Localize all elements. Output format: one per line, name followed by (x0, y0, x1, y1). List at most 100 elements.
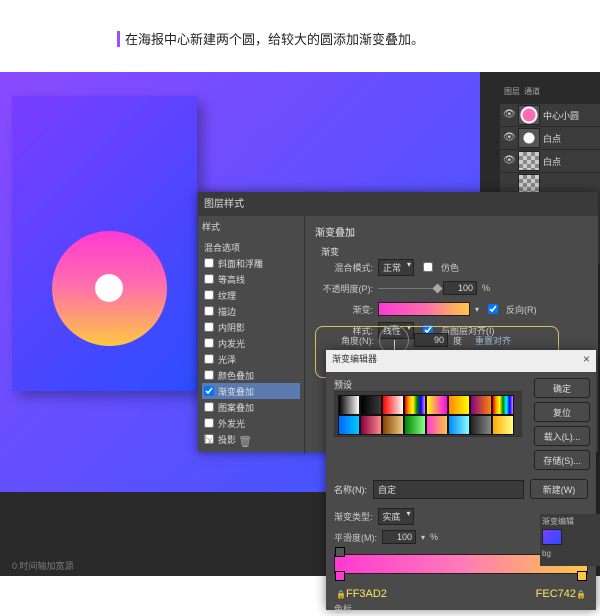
smoothness-label: 平滑度(M): (334, 531, 377, 544)
name-input[interactable]: 自定 (373, 480, 524, 499)
visibility-icon[interactable]: 👁 (503, 155, 515, 167)
layer-label: 中心小圆 (543, 109, 579, 122)
ge-ok-button[interactable]: 确定 (534, 378, 590, 398)
blend-mode-select[interactable]: 正常 (378, 259, 414, 276)
style-option[interactable]: 图案叠加 (202, 399, 300, 415)
preset-swatch[interactable] (404, 395, 426, 415)
mini-panel-label: 渐变编辑 (542, 516, 598, 527)
arrow-icon[interactable]: ↕ (223, 435, 229, 448)
style-option[interactable]: 颜色叠加 (202, 367, 300, 383)
style-option[interactable]: 内发光 (202, 335, 300, 351)
opacity-stop[interactable] (335, 547, 345, 557)
layer-thumb (518, 151, 540, 171)
visibility-icon[interactable]: 👁 (503, 109, 515, 121)
style-option[interactable]: 内阴影 (202, 319, 300, 335)
gradient-type-select[interactable]: 实底 (378, 508, 414, 525)
reset-align-button[interactable]: 重置对齐 (475, 334, 511, 347)
layer-thumb (518, 174, 540, 194)
lock-icon: 🔒 (336, 590, 346, 599)
style-list: 样式 混合选项 斜面和浮雕 等高线 纹理 描边 内阴影 内发光 光泽 颜色叠加 … (198, 216, 305, 454)
preset-swatch[interactable] (492, 415, 514, 435)
gradient-editor-title: 渐变编辑器 (332, 352, 377, 370)
poster-artboard[interactable] (12, 96, 197, 391)
layer-row[interactable]: 👁 白点 (500, 150, 600, 173)
layer-label: 白点 (543, 132, 561, 145)
ge-save-button[interactable]: 存储(S)... (534, 450, 590, 470)
style-option[interactable]: 描边 (202, 303, 300, 319)
preset-swatch[interactable] (426, 415, 448, 435)
gradient-editor-dialog: 渐变编辑器 × 预设 (326, 350, 596, 610)
opacity-unit: % (482, 283, 490, 293)
gradient-preview[interactable] (378, 302, 470, 316)
smoothness-unit: % (430, 532, 438, 542)
blend-mode-label: 混合模式: (321, 261, 373, 274)
name-label: 名称(N): (334, 483, 367, 496)
dither-label: 仿色 (441, 261, 459, 274)
stop-color-label: 色标 (334, 602, 588, 615)
layer-row[interactable]: 👁 中心小圆 (500, 104, 600, 127)
gradient-label: 渐变: (321, 303, 373, 316)
layer-thumb (518, 128, 540, 148)
ge-cancel-button[interactable]: 复位 (534, 402, 590, 422)
style-list-footer: fx ↕ 🗑 (204, 435, 252, 448)
style-option[interactable]: 等高线 (202, 271, 300, 287)
preset-swatch[interactable] (360, 415, 382, 435)
close-icon[interactable]: × (583, 352, 590, 370)
chevron-down-icon[interactable]: ▾ (475, 305, 479, 314)
trash-icon[interactable]: 🗑 (238, 435, 252, 448)
hex-left: FF3AD2 (346, 588, 387, 600)
style-option[interactable]: 外发光 (202, 415, 300, 431)
preset-swatch[interactable] (426, 395, 448, 415)
preset-swatch[interactable] (448, 395, 470, 415)
ge-load-button[interactable]: 载入(L)... (534, 426, 590, 446)
preset-swatch[interactable] (404, 415, 426, 435)
ge-new-button[interactable]: 新建(W) (530, 479, 588, 499)
smoothness-value[interactable]: 100 (382, 530, 416, 544)
preset-swatch[interactable] (470, 395, 492, 415)
tab-channels[interactable]: 通道 (524, 86, 540, 102)
layer-thumb (518, 105, 540, 125)
color-stop-left[interactable] (335, 571, 345, 581)
fx-icon[interactable]: fx (204, 435, 213, 448)
name-row: 名称(N): 自定 新建(W) (334, 479, 588, 499)
preset-swatch[interactable] (338, 395, 360, 415)
style-option[interactable]: 纹理 (202, 287, 300, 303)
hex-right: FEC742 (536, 588, 576, 600)
angle-value[interactable]: 90 (414, 333, 448, 347)
small-circle-shape[interactable] (95, 274, 123, 302)
preset-swatch[interactable] (360, 395, 382, 415)
visibility-icon[interactable] (503, 178, 515, 190)
preset-swatch[interactable] (382, 415, 404, 435)
preset-grid (334, 391, 522, 437)
layer-row[interactable]: 👁 白点 (500, 127, 600, 150)
section-title: 渐变叠加 (315, 224, 588, 239)
blending-options[interactable]: 混合选项 (202, 239, 300, 255)
lock-icon: 🔒 (576, 590, 586, 599)
preset-swatch[interactable] (448, 415, 470, 435)
reverse-checkbox[interactable] (488, 304, 498, 314)
preset-swatch[interactable] (470, 415, 492, 435)
subsection-title: 渐变 (321, 245, 588, 258)
layers-tabs[interactable]: 图层 通道 (500, 84, 600, 104)
hex-readout: 🔒FF3AD2 FEC742🔒 (334, 588, 588, 600)
tab-layers[interactable]: 图层 (504, 86, 520, 102)
reverse-label: 反向(R) (506, 303, 537, 316)
opacity-value[interactable]: 100 (443, 281, 477, 295)
color-stop-right[interactable] (577, 571, 587, 581)
gradient-editor-buttons: 确定 复位 载入(L)... 存储(S)... (534, 378, 590, 470)
opacity-slider[interactable] (378, 288, 438, 289)
chevron-down-icon[interactable]: ▾ (421, 533, 425, 542)
preset-swatch[interactable] (338, 415, 360, 435)
preset-swatch[interactable] (382, 395, 404, 415)
angle-label: 角度(N): (322, 334, 374, 347)
mini-thumb[interactable] (542, 529, 562, 545)
preset-swatch[interactable] (492, 395, 514, 415)
dither-checkbox[interactable] (423, 262, 433, 272)
visibility-icon[interactable]: 👁 (503, 132, 515, 144)
layer-label: 白点 (543, 155, 561, 168)
style-option[interactable]: 光泽 (202, 351, 300, 367)
instruction-caption: 在海报中心新建两个圆，给较大的圆添加渐变叠加。 (125, 30, 570, 50)
style-option-gradient-overlay[interactable]: 渐变叠加 (202, 383, 300, 399)
timeline-footer: 0 时间轴加宽源 (12, 559, 74, 572)
style-option[interactable]: 斜面和浮雕 (202, 255, 300, 271)
